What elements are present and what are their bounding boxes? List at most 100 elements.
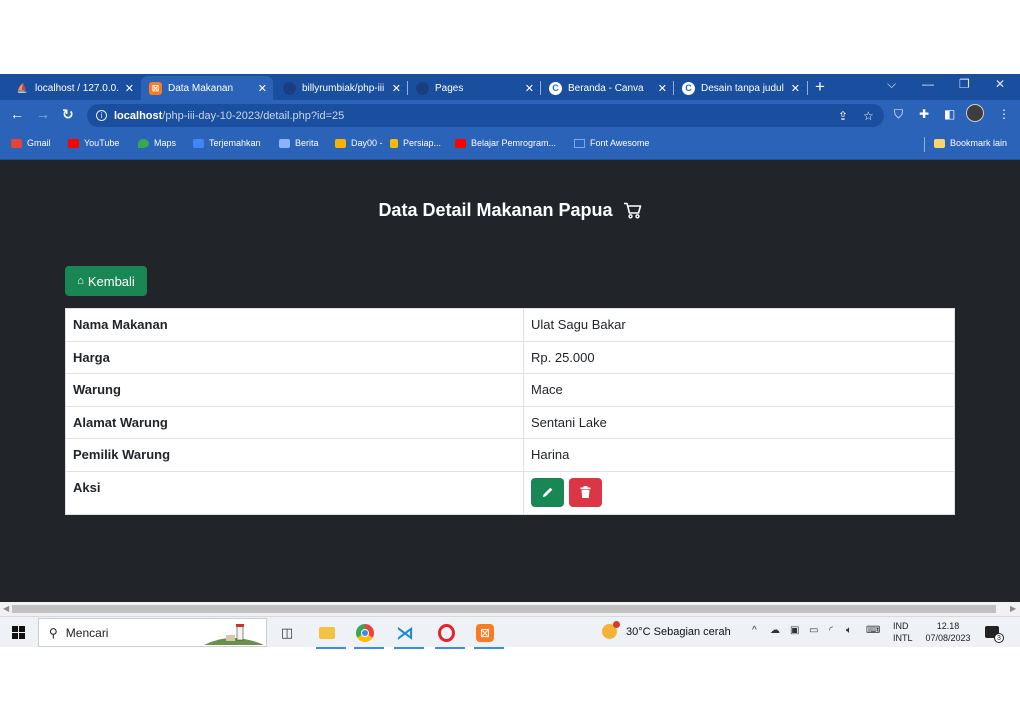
chevron-up-icon[interactable]: ^: [752, 625, 757, 636]
task-view-icon[interactable]: ◫: [272, 620, 302, 646]
table-row: Harga Rp. 25.000: [65, 340, 955, 374]
youtube-icon: [455, 138, 466, 148]
tab-pages[interactable]: Pages ✕: [408, 76, 540, 100]
bookmark-label: Day00 -: [351, 138, 383, 148]
delete-button[interactable]: [568, 477, 602, 507]
vscode-icon[interactable]: ⋊: [390, 620, 424, 649]
input-language[interactable]: IND INTL: [893, 620, 913, 644]
bookmark-maps[interactable]: Maps: [138, 138, 176, 148]
row-actions: [523, 470, 955, 515]
tab-title: Pages: [435, 82, 464, 94]
tab-phpmyadmin[interactable]: ⛵ localhost / 127.0.0.1 ✕: [8, 76, 140, 100]
bookmark-label: Maps: [154, 138, 177, 148]
bookmark-gmail[interactable]: Gmail: [11, 138, 51, 148]
folder-icon: [934, 138, 945, 148]
speaker-icon[interactable]: 🔈︎: [846, 625, 852, 636]
back-arrow-icon[interactable]: ←: [10, 106, 24, 122]
scrollbar-thumb[interactable]: [12, 605, 996, 613]
bookmark-divider: [924, 137, 925, 152]
notification-icon[interactable]: 3: [985, 625, 1004, 643]
home-icon: ⌂: [77, 275, 84, 287]
gmail-icon: [11, 138, 22, 148]
bookmark-star-icon[interactable]: ☆: [863, 104, 874, 127]
window-close-button[interactable]: ✕: [995, 77, 1005, 91]
new-tab-button[interactable]: +: [815, 77, 825, 97]
bookmark-berita[interactable]: Berita: [279, 138, 319, 148]
back-button[interactable]: ⌂ Kembali: [65, 266, 147, 296]
xampp-icon[interactable]: ⊠: [470, 620, 504, 649]
clock-date: 07/08/2023: [925, 633, 971, 643]
site-info-icon[interactable]: i: [96, 110, 107, 121]
file-explorer-icon[interactable]: [312, 620, 346, 649]
windows-taskbar: ⚲ Mencari ◫ ⋊ ⊠ 30°C Sebagian cerah ^ ☁ …: [0, 616, 1020, 649]
wifi-icon[interactable]: ◜: [829, 625, 833, 636]
taskbar-search[interactable]: ⚲ Mencari: [38, 618, 267, 647]
bookmark-font-awesome[interactable]: Font Awesome: [574, 138, 649, 148]
notification-count: 3: [994, 633, 1004, 643]
bookmark-youtube[interactable]: YouTube: [68, 138, 119, 148]
menu-kebab-icon[interactable]: ⋮: [998, 107, 1010, 121]
active-indicator: [474, 647, 504, 649]
side-panel-icon[interactable]: ◧: [944, 107, 955, 121]
close-icon[interactable]: ✕: [125, 82, 134, 95]
search-icon: ⚲: [49, 625, 58, 640]
battery-icon[interactable]: ▭: [809, 625, 818, 636]
close-icon[interactable]: ✕: [258, 82, 267, 95]
chrome-icon[interactable]: [350, 620, 384, 649]
close-icon[interactable]: ✕: [392, 82, 401, 95]
close-icon[interactable]: ✕: [658, 82, 667, 95]
edit-button[interactable]: [531, 477, 564, 507]
close-icon[interactable]: ✕: [791, 82, 800, 95]
forward-arrow-icon[interactable]: →: [36, 106, 50, 122]
bookmark-persiapan[interactable]: Persiap...: [390, 138, 441, 148]
bookmark-terjemahkan[interactable]: Terjemahkan: [193, 138, 261, 148]
scroll-left-icon[interactable]: ◀: [3, 604, 9, 613]
browser-toolbar: ← → ↻ i localhost/php-iii-day-10-2023/de…: [0, 100, 1020, 130]
tab-data-makanan[interactable]: ⊠ Data Makanan ✕: [141, 76, 273, 100]
url-host: localhost: [114, 109, 163, 122]
reload-icon[interactable]: ↻: [62, 106, 74, 122]
row-value: Harina: [523, 438, 955, 472]
tab-strip: ⛵ localhost / 127.0.0.1 ✕ ⊠ Data Makanan…: [0, 74, 1020, 100]
onedrive-icon[interactable]: ▣: [790, 625, 799, 636]
share-icon[interactable]: ⇪: [838, 104, 848, 127]
bookmark-label: YouTube: [84, 138, 120, 148]
close-icon[interactable]: ✕: [525, 82, 534, 95]
cloud-sync-icon[interactable]: ☁: [770, 625, 780, 636]
opera-icon[interactable]: [431, 620, 465, 649]
image-icon: [335, 138, 346, 148]
shield-extension-icon[interactable]: ⛉: [894, 107, 903, 122]
extensions-puzzle-icon[interactable]: ✚: [919, 107, 929, 121]
active-indicator: [435, 647, 465, 649]
bookmark-label: Gmail: [27, 138, 51, 148]
phpmyadmin-icon: ⛵: [16, 82, 29, 93]
minimize-button[interactable]: —: [922, 77, 934, 91]
address-bar[interactable]: i localhost/php-iii-day-10-2023/detail.p…: [87, 104, 884, 127]
weather-widget[interactable]: 30°C Sebagian cerah: [602, 621, 731, 639]
document-icon: [390, 138, 398, 148]
lang-layout: INTL: [893, 633, 913, 643]
search-placeholder: Mencari: [65, 625, 109, 640]
tab-canva-beranda[interactable]: C Beranda - Canva ✕: [541, 76, 673, 100]
table-row: Warung Mace: [65, 373, 955, 407]
bookmark-belajar[interactable]: Belajar Pemrogram...: [455, 138, 556, 148]
tab-github-repo[interactable]: billyrumbiak/php-iii ✕: [275, 76, 407, 100]
scroll-right-icon[interactable]: ▶: [1010, 604, 1016, 613]
bookmark-label: Berita: [295, 138, 319, 148]
tab-search-icon[interactable]: ⌵: [887, 77, 896, 92]
horizontal-scrollbar[interactable]: ◀ ▶: [0, 602, 1020, 616]
active-indicator: [316, 647, 346, 649]
profile-avatar[interactable]: [966, 104, 984, 122]
github-icon: [283, 81, 296, 95]
bookmark-other[interactable]: Bookmark lain: [934, 138, 1007, 148]
restore-button[interactable]: ❐: [959, 77, 970, 91]
system-clock[interactable]: 12.18 07/08/2023: [922, 620, 974, 644]
weather-text: 30°C Sebagian cerah: [626, 625, 731, 638]
keyboard-icon[interactable]: ⌨: [866, 625, 880, 636]
windows-start-icon[interactable]: [12, 626, 25, 639]
tab-separator: [807, 81, 808, 95]
bookmark-day00[interactable]: Day00 -: [335, 138, 383, 148]
tab-title: Beranda - Canva: [568, 82, 644, 94]
url-path: /php-iii-day-10-2023/detail.php?id=25: [162, 109, 345, 122]
tab-canva-desain[interactable]: C Desain tanpa judul ✕: [674, 76, 806, 100]
